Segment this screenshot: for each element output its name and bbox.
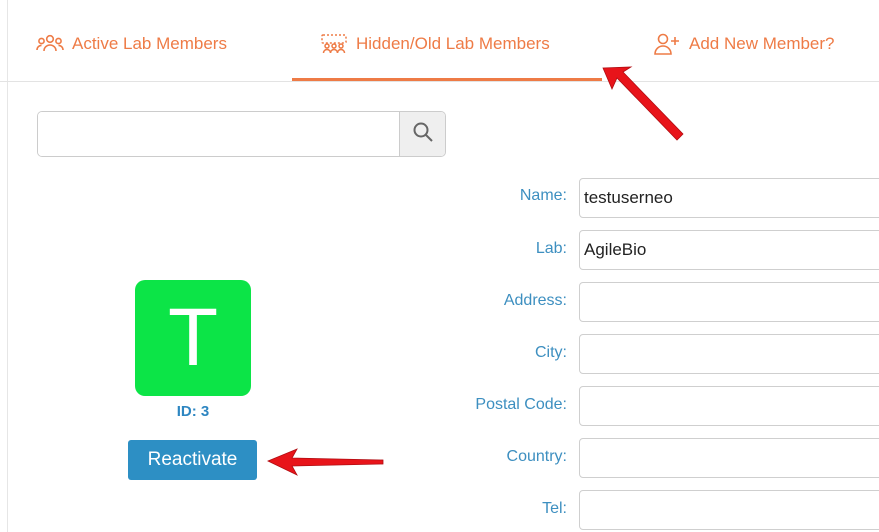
- tab-label: Hidden/Old Lab Members: [356, 34, 550, 53]
- red-arrow-to-reactivate: [267, 448, 384, 476]
- reactivate-button[interactable]: Reactivate: [128, 440, 257, 480]
- active-tab-underline: [292, 78, 602, 81]
- name-field[interactable]: testuserneo: [579, 178, 879, 218]
- search-box: [37, 111, 446, 157]
- tab-label: Add New Member?: [689, 34, 835, 53]
- hidden-group-icon: [320, 32, 348, 56]
- search-button[interactable]: [399, 112, 445, 156]
- city-label: City:: [535, 344, 567, 361]
- lab-label: Lab:: [535, 240, 567, 257]
- postal-code-label: Postal Code:: [475, 396, 567, 413]
- tab-active-lab-members[interactable]: Active Lab Members: [36, 26, 227, 62]
- lab-field[interactable]: AgileBio: [579, 230, 879, 270]
- city-field[interactable]: [579, 334, 879, 374]
- search-icon: [412, 121, 434, 148]
- search-input[interactable]: [38, 112, 399, 156]
- member-id: ID: 3: [176, 403, 210, 420]
- postal-code-field[interactable]: [579, 386, 879, 426]
- address-label: Address:: [503, 292, 567, 309]
- tab-add-new-member[interactable]: Add New Member?: [653, 26, 835, 62]
- group-icon: [36, 32, 64, 56]
- tab-bar: Active Lab Members Hidden/Old Lab Member…: [0, 0, 879, 82]
- name-label: Name:: [519, 187, 567, 204]
- address-field[interactable]: [579, 282, 879, 322]
- tel-label: Tel:: [542, 500, 567, 517]
- avatar: T: [135, 280, 251, 396]
- country-field[interactable]: [579, 438, 879, 478]
- tab-hidden-old-lab-members[interactable]: Hidden/Old Lab Members: [320, 26, 550, 62]
- tel-field[interactable]: [579, 490, 879, 530]
- tab-label: Active Lab Members: [72, 34, 227, 53]
- add-user-icon: [653, 32, 681, 56]
- country-label: Country:: [506, 448, 567, 465]
